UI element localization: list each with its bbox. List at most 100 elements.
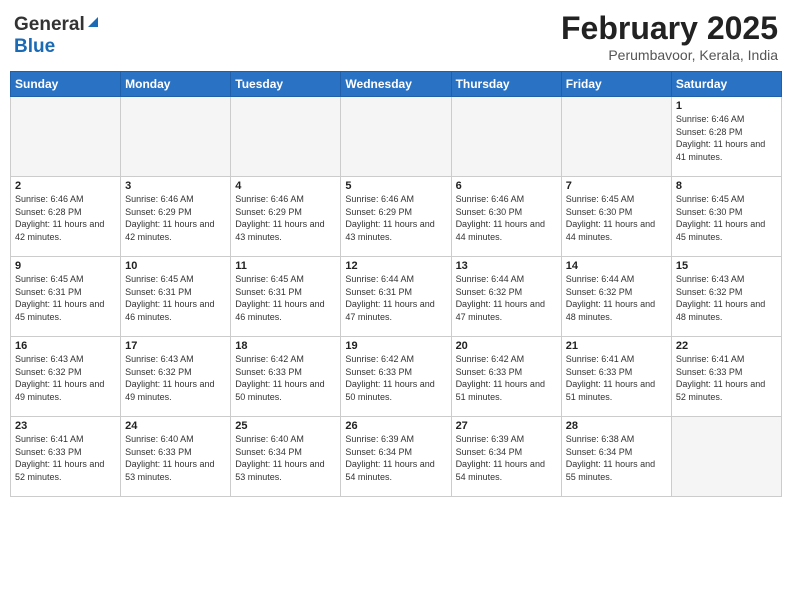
day-number: 11 <box>235 260 336 272</box>
day-info: Sunrise: 6:41 AM Sunset: 6:33 PM Dayligh… <box>566 353 667 403</box>
day-info: Sunrise: 6:42 AM Sunset: 6:33 PM Dayligh… <box>456 353 557 403</box>
calendar-cell: 17Sunrise: 6:43 AM Sunset: 6:32 PM Dayli… <box>121 337 231 417</box>
calendar-week-row: 9Sunrise: 6:45 AM Sunset: 6:31 PM Daylig… <box>11 257 782 337</box>
day-info: Sunrise: 6:46 AM Sunset: 6:29 PM Dayligh… <box>125 193 226 243</box>
day-info: Sunrise: 6:44 AM Sunset: 6:32 PM Dayligh… <box>566 273 667 323</box>
calendar-cell: 18Sunrise: 6:42 AM Sunset: 6:33 PM Dayli… <box>231 337 341 417</box>
day-number: 15 <box>676 260 777 272</box>
day-number: 19 <box>345 340 446 352</box>
calendar-day-header: Tuesday <box>231 72 341 97</box>
calendar-week-row: 16Sunrise: 6:43 AM Sunset: 6:32 PM Dayli… <box>11 337 782 417</box>
calendar-body: 1Sunrise: 6:46 AM Sunset: 6:28 PM Daylig… <box>11 97 782 497</box>
day-info: Sunrise: 6:45 AM Sunset: 6:31 PM Dayligh… <box>125 273 226 323</box>
day-number: 12 <box>345 260 446 272</box>
day-info: Sunrise: 6:42 AM Sunset: 6:33 PM Dayligh… <box>235 353 336 403</box>
calendar-cell: 20Sunrise: 6:42 AM Sunset: 6:33 PM Dayli… <box>451 337 561 417</box>
calendar-cell: 16Sunrise: 6:43 AM Sunset: 6:32 PM Dayli… <box>11 337 121 417</box>
day-number: 20 <box>456 340 557 352</box>
day-number: 4 <box>235 180 336 192</box>
day-number: 24 <box>125 420 226 432</box>
calendar-table: SundayMondayTuesdayWednesdayThursdayFrid… <box>10 71 782 497</box>
day-number: 16 <box>15 340 116 352</box>
day-number: 18 <box>235 340 336 352</box>
calendar-cell: 7Sunrise: 6:45 AM Sunset: 6:30 PM Daylig… <box>561 177 671 257</box>
calendar-cell: 26Sunrise: 6:39 AM Sunset: 6:34 PM Dayli… <box>341 417 451 497</box>
day-number: 28 <box>566 420 667 432</box>
calendar-cell: 3Sunrise: 6:46 AM Sunset: 6:29 PM Daylig… <box>121 177 231 257</box>
calendar-cell: 5Sunrise: 6:46 AM Sunset: 6:29 PM Daylig… <box>341 177 451 257</box>
day-info: Sunrise: 6:45 AM Sunset: 6:30 PM Dayligh… <box>566 193 667 243</box>
calendar-cell: 1Sunrise: 6:46 AM Sunset: 6:28 PM Daylig… <box>671 97 781 177</box>
calendar-week-row: 2Sunrise: 6:46 AM Sunset: 6:28 PM Daylig… <box>11 177 782 257</box>
day-number: 13 <box>456 260 557 272</box>
month-title: February 2025 <box>561 10 778 47</box>
calendar-cell: 10Sunrise: 6:45 AM Sunset: 6:31 PM Dayli… <box>121 257 231 337</box>
logo-general: General <box>14 14 85 36</box>
calendar-cell <box>671 417 781 497</box>
day-info: Sunrise: 6:43 AM Sunset: 6:32 PM Dayligh… <box>15 353 116 403</box>
day-info: Sunrise: 6:46 AM Sunset: 6:29 PM Dayligh… <box>345 193 446 243</box>
calendar-day-header: Friday <box>561 72 671 97</box>
day-number: 21 <box>566 340 667 352</box>
day-number: 5 <box>345 180 446 192</box>
day-info: Sunrise: 6:41 AM Sunset: 6:33 PM Dayligh… <box>676 353 777 403</box>
calendar-cell: 22Sunrise: 6:41 AM Sunset: 6:33 PM Dayli… <box>671 337 781 417</box>
day-info: Sunrise: 6:46 AM Sunset: 6:30 PM Dayligh… <box>456 193 557 243</box>
day-info: Sunrise: 6:44 AM Sunset: 6:31 PM Dayligh… <box>345 273 446 323</box>
day-number: 3 <box>125 180 226 192</box>
calendar-cell: 2Sunrise: 6:46 AM Sunset: 6:28 PM Daylig… <box>11 177 121 257</box>
calendar-cell: 8Sunrise: 6:45 AM Sunset: 6:30 PM Daylig… <box>671 177 781 257</box>
day-info: Sunrise: 6:42 AM Sunset: 6:33 PM Dayligh… <box>345 353 446 403</box>
day-number: 7 <box>566 180 667 192</box>
day-number: 23 <box>15 420 116 432</box>
day-info: Sunrise: 6:38 AM Sunset: 6:34 PM Dayligh… <box>566 433 667 483</box>
day-number: 2 <box>15 180 116 192</box>
day-number: 27 <box>456 420 557 432</box>
calendar-cell: 11Sunrise: 6:45 AM Sunset: 6:31 PM Dayli… <box>231 257 341 337</box>
calendar-day-header: Sunday <box>11 72 121 97</box>
page-header: General Blue February 2025 Perumbavoor, … <box>10 10 782 63</box>
calendar-day-header: Wednesday <box>341 72 451 97</box>
day-number: 1 <box>676 100 777 112</box>
calendar-cell <box>341 97 451 177</box>
calendar-cell: 27Sunrise: 6:39 AM Sunset: 6:34 PM Dayli… <box>451 417 561 497</box>
calendar-cell <box>451 97 561 177</box>
day-number: 26 <box>345 420 446 432</box>
day-info: Sunrise: 6:45 AM Sunset: 6:31 PM Dayligh… <box>235 273 336 323</box>
title-area: February 2025 Perumbavoor, Kerala, India <box>561 10 778 63</box>
day-number: 8 <box>676 180 777 192</box>
day-info: Sunrise: 6:46 AM Sunset: 6:28 PM Dayligh… <box>15 193 116 243</box>
calendar-header-row: SundayMondayTuesdayWednesdayThursdayFrid… <box>11 72 782 97</box>
subtitle: Perumbavoor, Kerala, India <box>561 47 778 63</box>
day-info: Sunrise: 6:40 AM Sunset: 6:33 PM Dayligh… <box>125 433 226 483</box>
logo: General Blue <box>14 10 100 58</box>
calendar-cell <box>11 97 121 177</box>
day-info: Sunrise: 6:41 AM Sunset: 6:33 PM Dayligh… <box>15 433 116 483</box>
day-number: 25 <box>235 420 336 432</box>
day-number: 17 <box>125 340 226 352</box>
calendar-week-row: 23Sunrise: 6:41 AM Sunset: 6:33 PM Dayli… <box>11 417 782 497</box>
day-info: Sunrise: 6:39 AM Sunset: 6:34 PM Dayligh… <box>345 433 446 483</box>
day-info: Sunrise: 6:46 AM Sunset: 6:29 PM Dayligh… <box>235 193 336 243</box>
calendar-day-header: Thursday <box>451 72 561 97</box>
day-info: Sunrise: 6:43 AM Sunset: 6:32 PM Dayligh… <box>125 353 226 403</box>
calendar-cell: 23Sunrise: 6:41 AM Sunset: 6:33 PM Dayli… <box>11 417 121 497</box>
calendar-week-row: 1Sunrise: 6:46 AM Sunset: 6:28 PM Daylig… <box>11 97 782 177</box>
day-info: Sunrise: 6:46 AM Sunset: 6:28 PM Dayligh… <box>676 113 777 163</box>
calendar-cell: 9Sunrise: 6:45 AM Sunset: 6:31 PM Daylig… <box>11 257 121 337</box>
day-info: Sunrise: 6:40 AM Sunset: 6:34 PM Dayligh… <box>235 433 336 483</box>
calendar-cell <box>121 97 231 177</box>
calendar-cell: 25Sunrise: 6:40 AM Sunset: 6:34 PM Dayli… <box>231 417 341 497</box>
logo-triangle-icon <box>86 15 100 34</box>
calendar-cell: 21Sunrise: 6:41 AM Sunset: 6:33 PM Dayli… <box>561 337 671 417</box>
calendar-cell: 13Sunrise: 6:44 AM Sunset: 6:32 PM Dayli… <box>451 257 561 337</box>
calendar-cell <box>561 97 671 177</box>
calendar-cell: 6Sunrise: 6:46 AM Sunset: 6:30 PM Daylig… <box>451 177 561 257</box>
calendar-day-header: Saturday <box>671 72 781 97</box>
day-number: 22 <box>676 340 777 352</box>
day-info: Sunrise: 6:45 AM Sunset: 6:31 PM Dayligh… <box>15 273 116 323</box>
day-info: Sunrise: 6:45 AM Sunset: 6:30 PM Dayligh… <box>676 193 777 243</box>
day-number: 14 <box>566 260 667 272</box>
logo-blue: Blue <box>14 36 55 57</box>
day-number: 10 <box>125 260 226 272</box>
